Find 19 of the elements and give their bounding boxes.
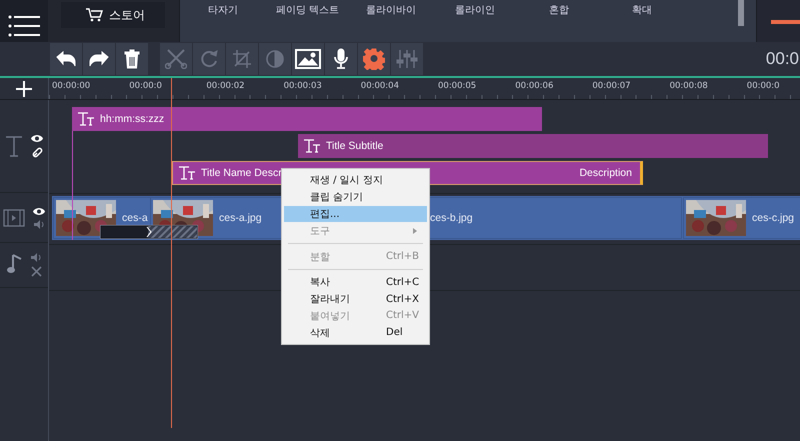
clip-name: ces-b.jpg (430, 212, 473, 224)
clip-title: Title Name Descr (201, 167, 282, 179)
clip-name: ces-a.jpg (219, 212, 262, 224)
timecode-display: 00:0 (766, 48, 800, 70)
clip-title: hh:mm:ss:zzz (100, 113, 164, 125)
time-label: 00:00:07 (592, 81, 631, 91)
time-label: 00:00:02 (206, 81, 245, 91)
time-label: 00:00:04 (360, 81, 399, 91)
time-label: 00:00:00 (52, 81, 90, 91)
clip-title: Description (579, 167, 632, 179)
time-label: 00:00:0 (129, 81, 162, 91)
clip-name: ces-c.jpg (752, 212, 794, 224)
time-label: 00:00:08 (670, 81, 708, 91)
time-label: 00:00:0 (746, 81, 780, 91)
time-label: 00:00:05 (438, 81, 476, 91)
clip-title: Title Subtitle (326, 140, 384, 152)
clip-name: ces-a (122, 212, 148, 224)
time-label: 00:00:03 (284, 81, 322, 91)
time-label: 00:00:06 (515, 81, 554, 91)
